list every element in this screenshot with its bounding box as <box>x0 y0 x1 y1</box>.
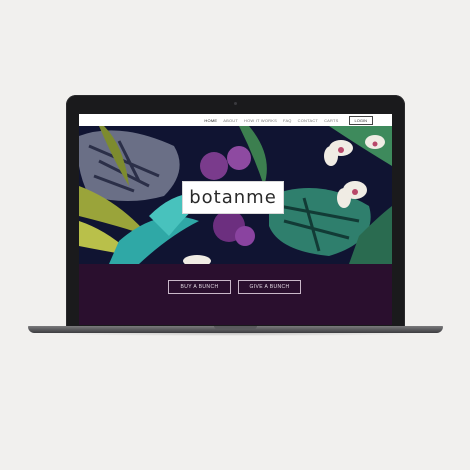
nav-home[interactable]: HOME <box>204 118 217 123</box>
call-to-action-band: BUY A BUNCH GIVE A BUNCH <box>79 264 392 325</box>
nav-how-it-works[interactable]: HOW IT WORKS <box>244 118 277 123</box>
webcam <box>234 102 237 105</box>
nav-faq[interactable]: FAQ <box>283 118 292 123</box>
laptop-hinge-notch <box>214 326 257 329</box>
give-a-bunch-button[interactable]: GIVE A BUNCH <box>238 280 301 294</box>
brand-logo: botanme <box>189 187 277 208</box>
hero-banner: botanme <box>79 126 392 264</box>
top-navigation: HOME ABOUT HOW IT WORKS FAQ CONTACT CART… <box>79 114 392 126</box>
laptop-screen: HOME ABOUT HOW IT WORKS FAQ CONTACT CART… <box>79 114 392 325</box>
nav-carts[interactable]: CARTS <box>324 118 338 123</box>
laptop-base <box>28 326 443 333</box>
nav-contact[interactable]: CONTACT <box>298 118 318 123</box>
buy-a-bunch-button[interactable]: BUY A BUNCH <box>168 280 231 294</box>
login-button[interactable]: LOGIN <box>348 115 373 125</box>
brand-logo-box[interactable]: botanme <box>182 181 284 214</box>
laptop-lid: HOME ABOUT HOW IT WORKS FAQ CONTACT CART… <box>66 95 405 329</box>
nav-about[interactable]: ABOUT <box>223 118 238 123</box>
